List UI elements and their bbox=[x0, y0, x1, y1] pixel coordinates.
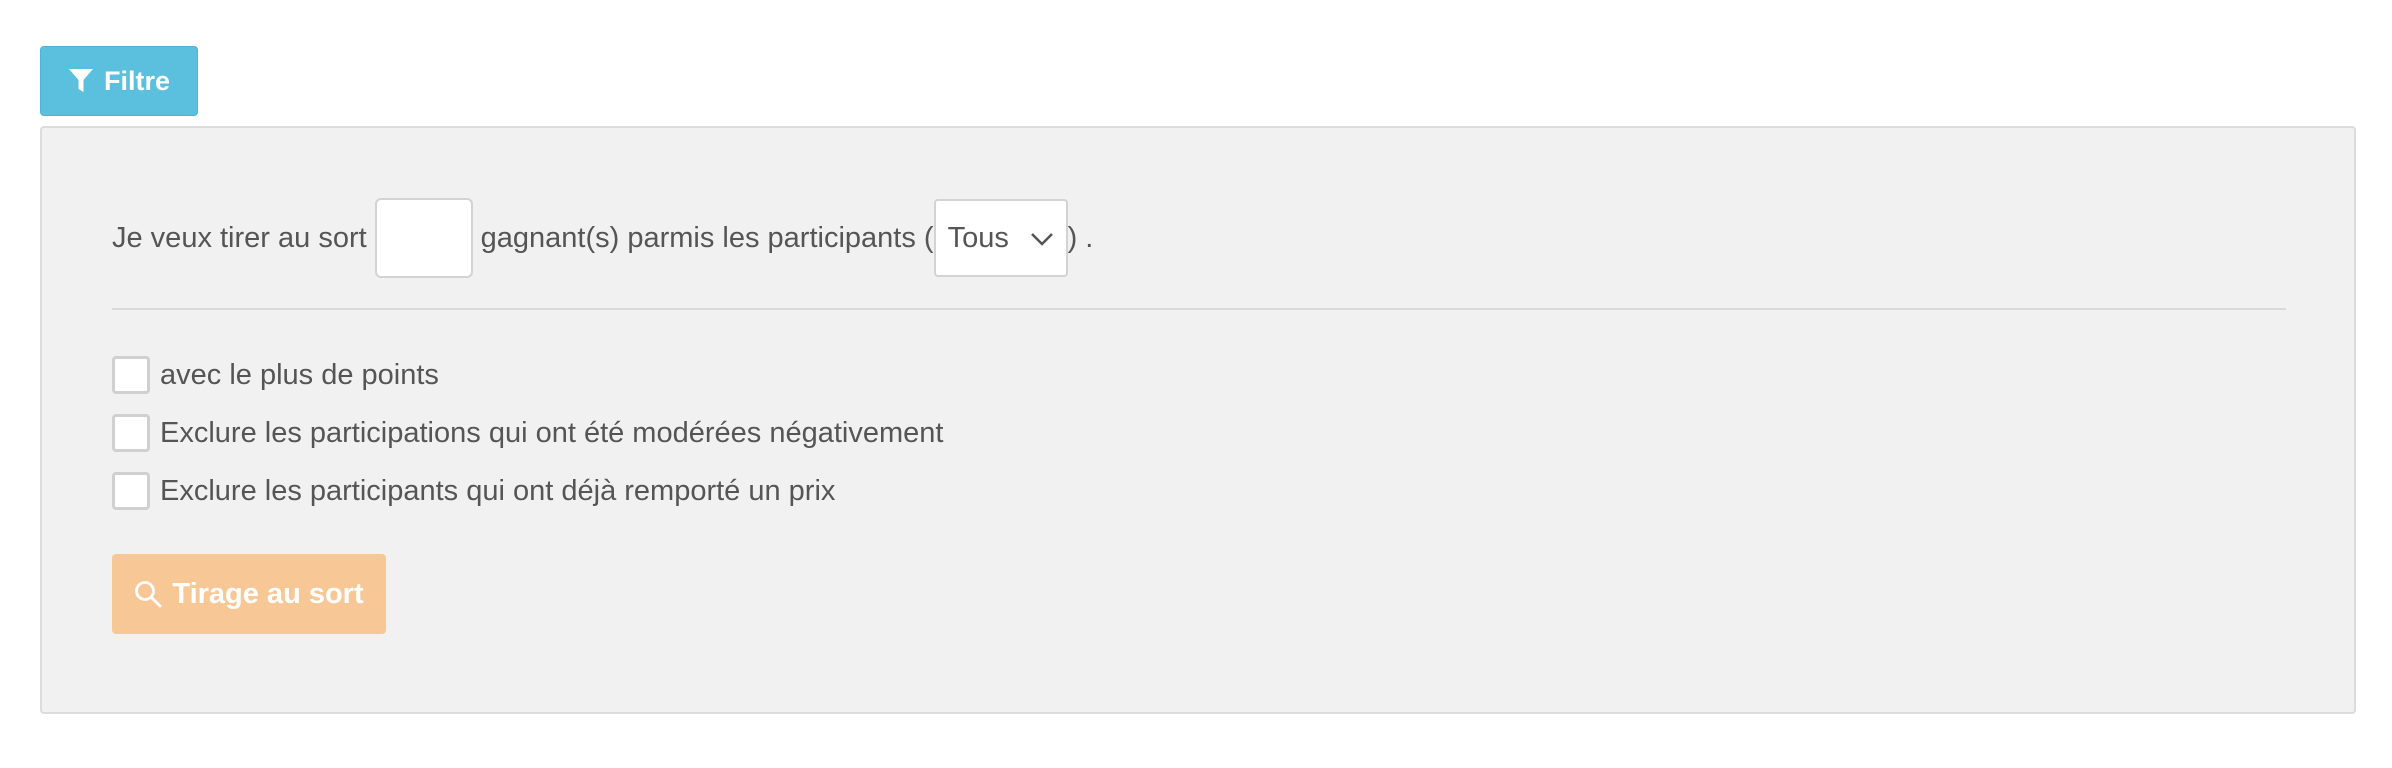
option-most-points[interactable]: avec le plus de points bbox=[112, 346, 943, 404]
option-label: Exclure les participations qui ont été m… bbox=[160, 416, 944, 449]
chevron-down-icon bbox=[1030, 222, 1054, 255]
option-label: avec le plus de points bbox=[160, 358, 439, 391]
search-icon bbox=[134, 580, 162, 608]
exclude-winners-checkbox[interactable] bbox=[112, 472, 150, 510]
filter-icon bbox=[68, 67, 94, 95]
filter-button[interactable]: Filtre bbox=[40, 46, 198, 116]
draw-button-label: Tirage au sort bbox=[172, 577, 364, 610]
participants-select-value: Tous bbox=[947, 221, 1009, 254]
sentence-end: ) . bbox=[1067, 221, 1094, 254]
draw-options: avec le plus de points Exclure les parti… bbox=[112, 346, 943, 520]
draw-sentence: Je veux tirer au sort gagnant(s) parmis … bbox=[112, 198, 1093, 278]
option-exclude-moderated[interactable]: Exclure les participations qui ont été m… bbox=[112, 404, 943, 462]
sentence-start: Je veux tirer au sort bbox=[112, 221, 367, 254]
draw-panel: Je veux tirer au sort gagnant(s) parmis … bbox=[40, 126, 2356, 714]
participants-select[interactable]: Tous bbox=[933, 199, 1068, 277]
filter-button-label: Filtre bbox=[103, 65, 170, 96]
most-points-checkbox[interactable] bbox=[112, 356, 150, 394]
exclude-moderated-checkbox[interactable] bbox=[112, 414, 150, 452]
draw-button[interactable]: Tirage au sort bbox=[112, 554, 386, 634]
divider bbox=[112, 308, 2286, 310]
sentence-middle: gagnant(s) parmis les participants ( bbox=[480, 221, 934, 254]
option-exclude-winners[interactable]: Exclure les participants qui ont déjà re… bbox=[112, 462, 943, 520]
winners-count-input[interactable] bbox=[374, 198, 473, 278]
option-label: Exclure les participants qui ont déjà re… bbox=[160, 474, 836, 507]
